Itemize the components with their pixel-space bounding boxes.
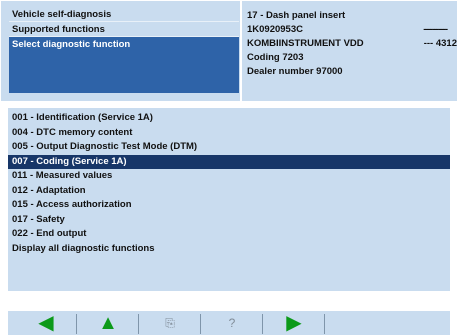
- software-version: --- 4312: [423, 38, 457, 49]
- help-icon: ?: [228, 316, 236, 330]
- back-button[interactable]: ◀: [24, 311, 68, 335]
- function-item[interactable]: 022 - End output: [8, 227, 450, 242]
- header-panel: Vehicle self-diagnosis Supported functio…: [1, 1, 457, 101]
- toolbar-separator: [262, 314, 263, 334]
- function-item[interactable]: 011 - Measured values: [8, 169, 450, 184]
- arrow-right-icon: ▶: [286, 312, 302, 334]
- toolbar-separator: [138, 314, 139, 334]
- function-item[interactable]: Display all diagnostic functions: [8, 242, 450, 257]
- navigation-breadcrumb: Vehicle self-diagnosis Supported functio…: [9, 7, 239, 99]
- toolbar-separator: [324, 314, 325, 334]
- function-item[interactable]: 001 - Identification (Service 1A): [8, 111, 450, 126]
- print-button[interactable]: ⎘: [148, 311, 192, 335]
- arrow-up-icon: ▲: [98, 312, 118, 334]
- help-button[interactable]: ?: [210, 311, 254, 335]
- function-item[interactable]: 004 - DTC memory content: [8, 126, 450, 141]
- function-item[interactable]: 005 - Output Diagnostic Test Mode (DTM): [8, 140, 450, 155]
- control-unit-info: 17 - Dash panel insert 1K0920953C ------…: [243, 1, 458, 101]
- nav-select-diagnostic-function[interactable]: Select diagnostic function: [9, 37, 239, 93]
- toolbar-separator: [200, 314, 201, 334]
- diagnosis-screen: Vehicle self-diagnosis Supported functio…: [0, 0, 458, 335]
- coding-value: Coding 7203: [247, 52, 304, 63]
- control-unit-address: 17 - Dash panel insert: [247, 10, 346, 21]
- header-divider: [240, 1, 242, 101]
- function-item[interactable]: 007 - Coding (Service 1A): [8, 154, 450, 169]
- toolbar-separator: [76, 314, 77, 334]
- part-number-dashes: -----------: [423, 24, 448, 35]
- nav-supported-functions[interactable]: Supported functions: [9, 22, 239, 37]
- up-button[interactable]: ▲: [86, 311, 130, 335]
- forward-button[interactable]: ▶: [272, 311, 316, 335]
- diagnostic-function-list: 001 - Identification (Service 1A) 004 - …: [8, 108, 450, 291]
- component-name: KOMBIINSTRUMENT VDD --- 4312: [247, 38, 457, 49]
- arrow-left-icon: ◀: [38, 312, 54, 334]
- bottom-toolbar: ◀ ▲ ⎘ ? ▶: [8, 311, 450, 335]
- part-number: 1K0920953C -----------: [247, 24, 448, 35]
- function-item[interactable]: 015 - Access authorization: [8, 198, 450, 213]
- function-item[interactable]: 012 - Adaptation: [8, 184, 450, 199]
- dealer-number: Dealer number 97000: [247, 66, 343, 77]
- print-icon: ⎘: [165, 316, 175, 330]
- nav-vehicle-self-diagnosis[interactable]: Vehicle self-diagnosis: [9, 7, 239, 22]
- function-item[interactable]: 017 - Safety: [8, 213, 450, 228]
